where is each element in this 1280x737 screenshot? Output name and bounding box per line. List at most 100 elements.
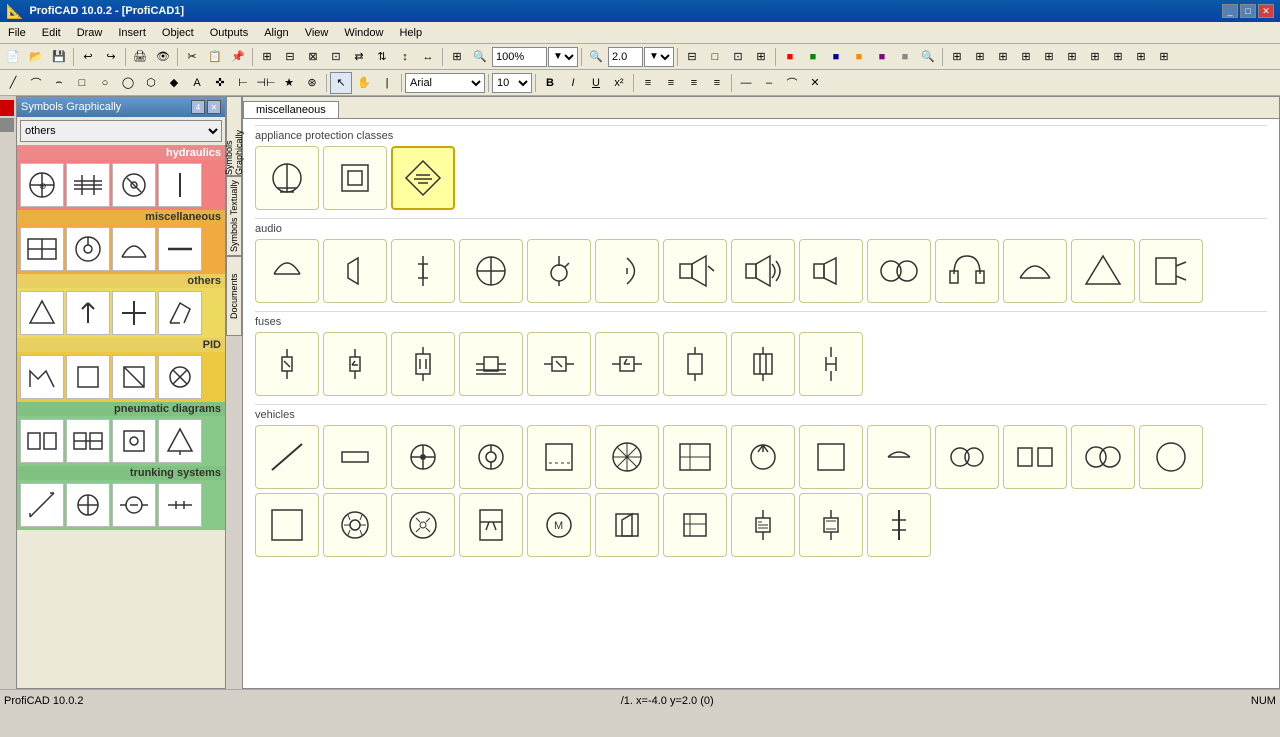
sym-vehicle-16[interactable] [323,493,387,557]
draw-poly[interactable]: ⬡ [140,72,162,94]
panel-pin-button[interactable]: 4 [191,100,205,114]
color-btn1[interactable]: ■ [779,46,801,68]
zoom-factor-combo[interactable]: ▼ [644,47,674,67]
vtab-documents[interactable]: Documents [226,256,242,336]
sym-vehicle-15[interactable] [255,493,319,557]
tools8[interactable]: ↔ [417,46,439,68]
sym-audio-7[interactable] [663,239,727,303]
extra-btn2[interactable]: ⊞ [969,46,991,68]
cut-button[interactable]: ✂ [181,46,203,68]
super-btn[interactable]: x² [608,72,630,94]
sym-hydraulic-2[interactable] [66,163,110,207]
align-btn3[interactable]: ⊡ [727,46,749,68]
arc-btn[interactable]: ⌒ [781,72,803,94]
extra-btn3[interactable]: ⊞ [992,46,1014,68]
menu-window[interactable]: Window [336,22,391,43]
sym-others-2[interactable] [66,291,110,335]
canvas-scroll-area[interactable]: appliance protection classes [243,119,1279,688]
tools6[interactable]: ⇅ [371,46,393,68]
sym-hydraulic-3[interactable] [112,163,156,207]
sym-appliance-2[interactable] [323,146,387,210]
align-btn1[interactable]: ⊟ [681,46,703,68]
menu-view[interactable]: View [297,22,337,43]
sym-vehicle-3[interactable] [391,425,455,489]
draw-text[interactable]: A [186,72,208,94]
sym-vehicle-4[interactable] [459,425,523,489]
sym-hydraulic-1[interactable]: ⊕ [20,163,64,207]
align-btn4[interactable]: ⊞ [750,46,772,68]
underline-btn[interactable]: U [585,72,607,94]
color-btn2[interactable]: ■ [802,46,824,68]
sym-pid-2[interactable] [66,355,110,399]
italic-btn[interactable]: I [562,72,584,94]
sym-fuse-4[interactable] [459,332,523,396]
sym-others-4[interactable] [158,291,202,335]
print-button[interactable]: 🖨 [129,46,151,68]
align-btn2[interactable]: □ [704,46,726,68]
sym-trunking-4[interactable] [158,483,202,527]
sym-vehicle-22[interactable] [731,493,795,557]
sym-fuse-8[interactable] [731,332,795,396]
draw-line[interactable]: ╱ [2,72,24,94]
tools7[interactable]: ↕ [394,46,416,68]
hand-btn[interactable]: ✋ [353,72,375,94]
sym-audio-1[interactable] [255,239,319,303]
align-center-btn[interactable]: ≡ [660,72,682,94]
sym-fuse-5[interactable] [527,332,591,396]
sym-fuse-9[interactable] [799,332,863,396]
sym-audio-8[interactable] [731,239,795,303]
sym-audio-10[interactable] [867,239,931,303]
sym-audio-9[interactable] [799,239,863,303]
pin-icon[interactable] [0,100,14,116]
sym-vehicle-13[interactable] [1071,425,1135,489]
tools2[interactable]: ⊟ [279,46,301,68]
draw-arc[interactable]: ⌒ [25,72,47,94]
sym-pneumatic-4[interactable] [158,419,202,463]
font-size[interactable]: 10 [492,73,532,93]
sym-vehicle-24[interactable] [867,493,931,557]
sym-pid-1[interactable] [20,355,64,399]
draw-circle[interactable]: ○ [94,72,116,94]
sym-vehicle-2[interactable] [323,425,387,489]
open-button[interactable]: 📂 [25,46,47,68]
extra-btn1[interactable]: ⊞ [946,46,968,68]
extra-btn5[interactable]: ⊞ [1038,46,1060,68]
sym-vehicle-23[interactable] [799,493,863,557]
line-style-btn2[interactable]: – [758,72,780,94]
sym-audio-3[interactable] [391,239,455,303]
redo-button[interactable]: ↪ [100,46,122,68]
align-right-btn[interactable]: ≡ [683,72,705,94]
sym-vehicle-1[interactable] [255,425,319,489]
sym-vehicle-20[interactable] [595,493,659,557]
extra-btn8[interactable]: ⊞ [1107,46,1129,68]
menu-insert[interactable]: Insert [110,22,154,43]
extra-btn7[interactable]: ⊞ [1084,46,1106,68]
draw-dim[interactable]: ⊣⊢ [255,72,277,94]
draw-extra2[interactable]: ⊛ [301,72,323,94]
sym-fuse-2[interactable] [323,332,387,396]
extra-btn6[interactable]: ⊞ [1061,46,1083,68]
sym-misc-2[interactable] [66,227,110,271]
color-btn3[interactable]: ■ [825,46,847,68]
sym-vehicle-7[interactable] [663,425,727,489]
text-format[interactable]: | [376,72,398,94]
new-button[interactable]: 📄 [2,46,24,68]
sym-vehicle-19[interactable]: M [527,493,591,557]
canvas-tab-miscellaneous[interactable]: miscellaneous [243,101,339,118]
cursor-btn[interactable]: ↖ [330,72,352,94]
print-preview-button[interactable]: 👁 [152,46,174,68]
draw-ellipse[interactable]: ◯ [117,72,139,94]
sym-pneumatic-1[interactable] [20,419,64,463]
zoom-combo[interactable]: ▼ [548,47,578,67]
sym-fuse-3[interactable] [391,332,455,396]
menu-outputs[interactable]: Outputs [202,22,257,43]
sym-vehicle-18[interactable] [459,493,523,557]
search-btn[interactable]: 🔍 [917,46,939,68]
tools1[interactable]: ⊞ [256,46,278,68]
extra-btn4[interactable]: ⊞ [1015,46,1037,68]
minimize-button[interactable]: _ [1222,4,1238,18]
sym-pneumatic-2[interactable] [66,419,110,463]
menu-align[interactable]: Align [256,22,296,43]
sym-vehicle-17[interactable] [391,493,455,557]
dot-icon[interactable] [0,118,14,132]
